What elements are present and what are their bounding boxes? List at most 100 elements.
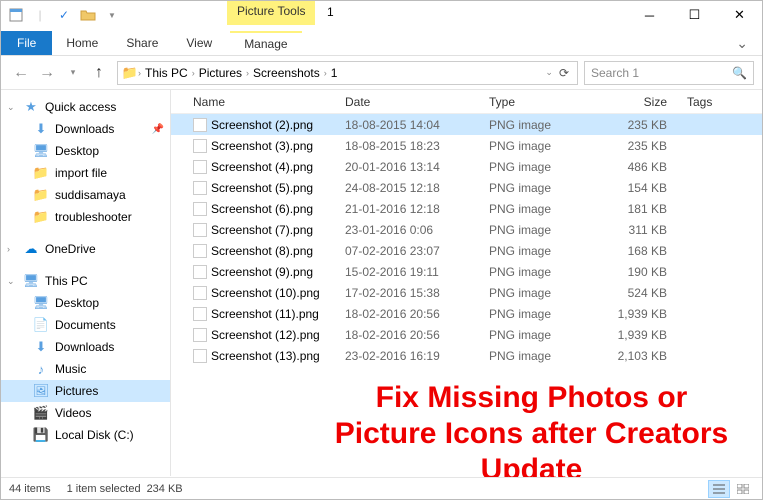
sidebar-item-desktop[interactable]: 🖥Desktop: [1, 140, 170, 162]
onedrive-icon: ☁: [23, 241, 39, 257]
tab-share[interactable]: Share: [112, 32, 172, 54]
file-row[interactable]: Screenshot (5).png24-08-2015 12:18PNG im…: [171, 177, 762, 198]
address-dropdown-icon[interactable]: ⌄: [545, 67, 553, 78]
file-type: PNG image: [489, 265, 607, 279]
file-row[interactable]: Screenshot (8).png07-02-2016 23:07PNG im…: [171, 240, 762, 261]
file-type: PNG image: [489, 244, 607, 258]
tab-home[interactable]: Home: [52, 32, 112, 54]
file-date: 18-08-2015 14:04: [345, 118, 489, 132]
file-row[interactable]: Screenshot (2).png18-08-2015 14:04PNG im…: [171, 114, 762, 135]
file-name: Screenshot (6).png: [211, 202, 313, 216]
close-button[interactable]: ✕: [717, 1, 762, 29]
file-row[interactable]: Screenshot (6).png21-01-2016 12:18PNG im…: [171, 198, 762, 219]
sidebar-item-downloads[interactable]: ⬇Downloads📌: [1, 118, 170, 140]
status-selected-size: 234 KB: [147, 483, 183, 495]
sidebar-item-videos[interactable]: 🎬Videos: [1, 402, 170, 424]
file-name: Screenshot (12).png: [211, 328, 320, 342]
pictures-icon: 🖼: [33, 383, 49, 399]
properties-icon[interactable]: [5, 4, 27, 26]
column-header-tags[interactable]: Tags: [687, 95, 737, 109]
star-icon: ★: [23, 99, 39, 115]
sidebar-item-pc-desktop[interactable]: 🖥Desktop: [1, 292, 170, 314]
file-row[interactable]: Screenshot (12).png18-02-2016 20:56PNG i…: [171, 324, 762, 345]
checkmark-icon[interactable]: ✓: [53, 4, 75, 26]
search-input[interactable]: Search 1 🔍: [584, 61, 754, 85]
sidebar-item-documents[interactable]: 📄Documents: [1, 314, 170, 336]
file-date: 24-08-2015 12:18: [345, 181, 489, 195]
details-view-button[interactable]: [708, 480, 730, 498]
file-row[interactable]: Screenshot (3).png18-08-2015 18:23PNG im…: [171, 135, 762, 156]
breadcrumb-pictures[interactable]: Pictures: [195, 66, 246, 80]
file-type: PNG image: [489, 139, 607, 153]
file-size: 311 KB: [607, 223, 687, 237]
file-type: PNG image: [489, 202, 607, 216]
new-folder-icon[interactable]: [77, 4, 99, 26]
file-date: 20-01-2016 13:14: [345, 160, 489, 174]
breadcrumb-screenshots[interactable]: Screenshots: [249, 66, 324, 80]
file-row[interactable]: Screenshot (7).png23-01-2016 0:06PNG ima…: [171, 219, 762, 240]
status-item-count: 44 items: [9, 483, 51, 495]
column-headers: Name Date Type Size Tags: [171, 90, 762, 114]
tab-file[interactable]: File: [1, 31, 52, 55]
sidebar-item-import-file[interactable]: 📁import file: [1, 162, 170, 184]
sidebar-item-this-pc[interactable]: ⌄🖥This PC: [1, 270, 170, 292]
thumbnails-view-button[interactable]: [732, 480, 754, 498]
sidebar-item-onedrive[interactable]: ›☁OneDrive: [1, 238, 170, 260]
file-date: 23-02-2016 16:19: [345, 349, 489, 363]
tab-manage[interactable]: Manage: [230, 31, 301, 55]
sidebar-item-quick-access[interactable]: ⌄★Quick access: [1, 96, 170, 118]
forward-button[interactable]: →: [35, 61, 59, 85]
qat-dropdown-icon[interactable]: ▼: [101, 4, 123, 26]
file-row[interactable]: Screenshot (13).png23-02-2016 16:19PNG i…: [171, 345, 762, 366]
file-row[interactable]: Screenshot (10).png17-02-2016 15:38PNG i…: [171, 282, 762, 303]
breadcrumb-current[interactable]: 1: [327, 66, 342, 80]
file-size: 1,939 KB: [607, 307, 687, 321]
file-size: 168 KB: [607, 244, 687, 258]
file-type: PNG image: [489, 223, 607, 237]
file-type: PNG image: [489, 160, 607, 174]
blank-file-icon: [193, 328, 207, 342]
folder-icon: 📁: [33, 187, 49, 203]
file-row[interactable]: Screenshot (9).png15-02-2016 19:11PNG im…: [171, 261, 762, 282]
sidebar-item-pictures[interactable]: 🖼Pictures: [1, 380, 170, 402]
pin-icon: 📌: [152, 124, 164, 135]
breadcrumb-this-pc[interactable]: This PC: [141, 66, 192, 80]
file-date: 15-02-2016 19:11: [345, 265, 489, 279]
file-row[interactable]: Screenshot (11).png18-02-2016 20:56PNG i…: [171, 303, 762, 324]
file-name: Screenshot (5).png: [211, 181, 313, 195]
sidebar-item-troubleshooter[interactable]: 📁troubleshooter: [1, 206, 170, 228]
downloads-icon: ⬇: [33, 339, 49, 355]
maximize-button[interactable]: ☐: [672, 1, 717, 29]
sidebar-item-music[interactable]: ♪Music: [1, 358, 170, 380]
file-type: PNG image: [489, 307, 607, 321]
contextual-tab-picture-tools: Picture Tools: [227, 1, 315, 25]
folder-icon: 📁: [122, 65, 138, 81]
file-name: Screenshot (11).png: [211, 307, 319, 321]
tab-view[interactable]: View: [172, 32, 226, 54]
column-header-name[interactable]: Name: [193, 95, 345, 109]
desktop-icon: 🖥: [33, 295, 49, 311]
address-bar[interactable]: 📁 › This PC › Pictures › Screenshots › 1…: [117, 61, 578, 85]
column-header-date[interactable]: Date: [345, 95, 489, 109]
file-name: Screenshot (10).png: [211, 286, 320, 300]
file-size: 190 KB: [607, 265, 687, 279]
file-size: 486 KB: [607, 160, 687, 174]
up-button[interactable]: ↑: [87, 61, 111, 85]
ribbon-expand-icon[interactable]: ⌄: [722, 31, 762, 56]
folder-icon: 📁: [33, 165, 49, 181]
documents-icon: 📄: [33, 317, 49, 333]
sidebar-item-local-disk[interactable]: 💾Local Disk (C:): [1, 424, 170, 446]
minimize-button[interactable]: ─: [627, 1, 672, 29]
column-header-type[interactable]: Type: [489, 95, 607, 109]
sidebar-item-pc-downloads[interactable]: ⬇Downloads: [1, 336, 170, 358]
refresh-icon[interactable]: ⟳: [555, 66, 573, 80]
recent-locations-icon[interactable]: ▾: [61, 61, 85, 85]
sidebar-item-suddisamaya[interactable]: 📁suddisamaya: [1, 184, 170, 206]
blank-file-icon: [193, 160, 207, 174]
file-name: Screenshot (2).png: [211, 118, 313, 132]
file-row[interactable]: Screenshot (4).png20-01-2016 13:14PNG im…: [171, 156, 762, 177]
back-button[interactable]: ←: [9, 61, 33, 85]
file-type: PNG image: [489, 286, 607, 300]
overlay-caption: Fix Missing Photos or Picture Icons afte…: [321, 380, 742, 488]
column-header-size[interactable]: Size: [607, 95, 687, 109]
